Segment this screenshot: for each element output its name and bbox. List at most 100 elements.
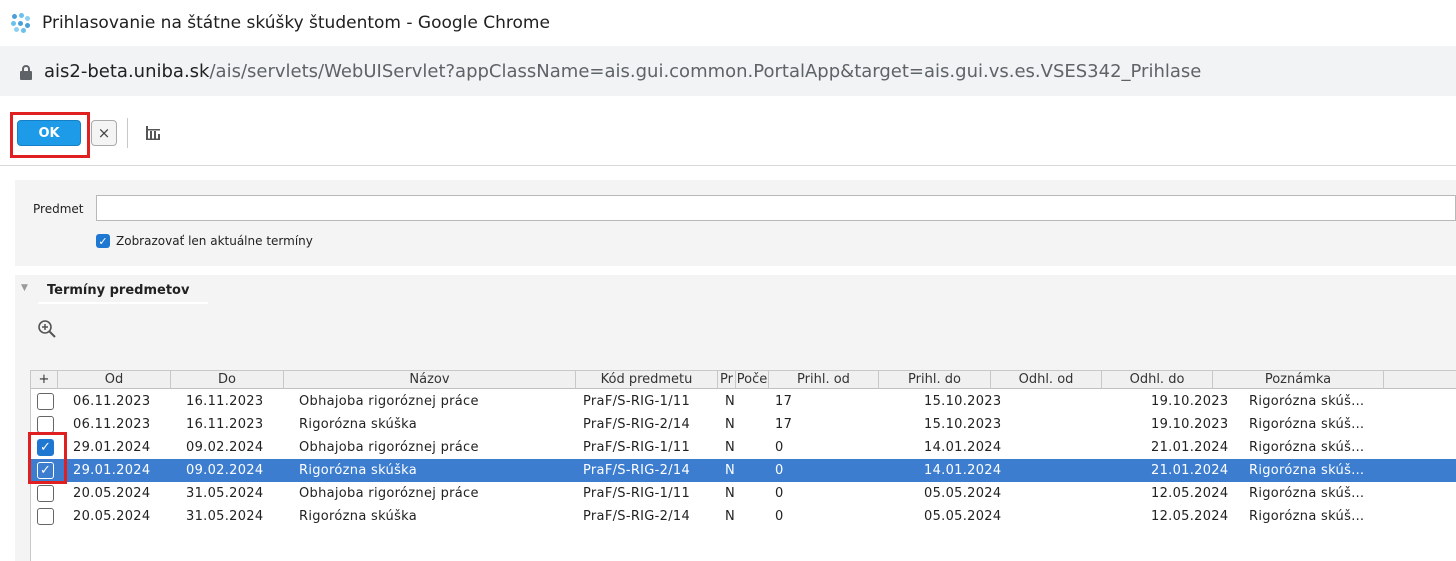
cell-od: 20.05.2024 [73, 486, 151, 501]
table-row[interactable]: 20.05.2024 31.05.2024 Rigorózna skúška PraF… [31, 505, 1456, 528]
cell-poznamka: Rigorózna skúš… [1249, 417, 1365, 432]
window-title: Prihlasovanie na štátne skúšky študentom… [42, 13, 550, 33]
cell-prihl-do: 15.10.2023 [924, 394, 1002, 409]
cell-poc: 0 [775, 440, 784, 455]
terms-table: + Od Do Názov Kód predmetu Pr Poče Prihl… [30, 370, 1456, 561]
cell-poznamka: Rigorózna skúš… [1249, 394, 1365, 409]
col-header-poznamka[interactable]: Poznámka [1213, 371, 1384, 389]
cell-nazov: Obhajoba rigoróznej práce [299, 394, 479, 409]
cell-poznamka: Rigorózna skúš… [1249, 440, 1365, 455]
url-path[interactable]: /ais/servlets/WebUIServlet?appClassName=… [209, 61, 1201, 82]
toolbar: OK × [0, 96, 1456, 166]
col-header-pr[interactable]: Pr [718, 371, 736, 389]
col-header-prihl-od[interactable]: Prihl. od [769, 371, 879, 389]
cell-nazov: Rigorózna skúška [299, 463, 418, 478]
cell-od: 29.01.2024 [73, 440, 151, 455]
cancel-button[interactable]: × [91, 120, 117, 146]
cell-odhl-do: 12.05.2024 [1151, 486, 1229, 501]
add-column-header[interactable]: + [31, 371, 58, 389]
cell-do: 09.02.2024 [186, 440, 264, 455]
section-title: Termíny predmetov [47, 283, 190, 298]
lock-icon[interactable] [20, 64, 32, 80]
cell-pr: N [725, 417, 736, 432]
current-only-checkbox-row[interactable]: ✓ Zobrazovať len aktuálne termíny [96, 234, 313, 248]
cell-kod: PraF/S-RIG-1/11 [583, 394, 691, 409]
checkbox-highlight [28, 432, 67, 484]
terms-section: ▼ Termíny predmetov + Od Do Názov Kód pr… [15, 275, 1456, 561]
row-checkbox[interactable] [37, 393, 54, 410]
url-host[interactable]: ais2-beta.uniba.sk [44, 61, 209, 82]
cell-prihl-do: 05.05.2024 [924, 486, 1002, 501]
cell-od: 29.01.2024 [73, 463, 151, 478]
cell-kod: PraF/S-RIG-2/14 [583, 417, 691, 432]
cell-odhl-do: 21.01.2024 [1151, 440, 1229, 455]
table-row[interactable]: 06.11.2023 16.11.2023 Obhajoba rigoróznej … [31, 390, 1456, 413]
cell-prihl-do: 05.05.2024 [924, 509, 1002, 524]
cell-odhl-do: 12.05.2024 [1151, 509, 1229, 524]
col-header-odhl-do[interactable]: Odhl. do [1102, 371, 1213, 389]
cell-kod: PraF/S-RIG-1/11 [583, 486, 691, 501]
cell-do: 16.11.2023 [186, 394, 264, 409]
cell-do: 31.05.2024 [186, 509, 264, 524]
section-title-underline [38, 302, 208, 304]
cell-poc: 17 [775, 417, 793, 432]
col-header-prihl-do[interactable]: Prihl. do [879, 371, 991, 389]
predmet-label: Predmet [33, 202, 84, 216]
cell-prihl-do: 15.10.2023 [924, 417, 1002, 432]
cell-kod: PraF/S-RIG-2/14 [583, 509, 691, 524]
cell-poc: 0 [775, 463, 784, 478]
cell-pr: N [725, 394, 736, 409]
cell-nazov: Rigorózna skúška [299, 509, 418, 524]
cell-nazov: Rigorózna skúška [299, 417, 418, 432]
app-dots-icon [10, 12, 32, 34]
col-header-odhl-od[interactable]: Odhl. od [991, 371, 1102, 389]
address-bar[interactable]: ais2-beta.uniba.sk/ais/servlets/WebUISer… [0, 46, 1456, 96]
col-header-od[interactable]: Od [58, 371, 171, 389]
column-settings-button[interactable] [140, 120, 166, 146]
table-header: + Od Do Názov Kód predmetu Pr Poče Prihl… [31, 370, 1456, 389]
row-checkbox[interactable] [37, 508, 54, 525]
cell-nazov: Obhajoba rigoróznej práce [299, 486, 479, 501]
cell-pr: N [725, 509, 736, 524]
col-header-nazov[interactable]: Názov [284, 371, 576, 389]
row-checkbox[interactable] [37, 416, 54, 433]
col-header-do[interactable]: Do [171, 371, 284, 389]
ok-button[interactable]: OK [17, 120, 81, 146]
cell-kod: PraF/S-RIG-2/14 [583, 463, 691, 478]
toolbar-separator [127, 118, 128, 148]
table-row[interactable]: 20.05.2024 31.05.2024 Obhajoba rigoróznej … [31, 482, 1456, 505]
table-row[interactable]: 06.11.2023 16.11.2023 Rigorózna skúška PraF… [31, 413, 1456, 436]
cell-kod: PraF/S-RIG-1/11 [583, 440, 691, 455]
window-titlebar: Prihlasovanie na štátne skúšky študentom… [0, 0, 1456, 46]
grid-columns-icon [146, 126, 160, 140]
cell-odhl-do: 19.10.2023 [1151, 417, 1229, 432]
table-row[interactable]: ✓ 29.01.2024 09.02.2024 Rigorózna skúška Pra… [31, 459, 1456, 482]
row-checkbox[interactable] [37, 485, 54, 502]
cell-pr: N [725, 486, 736, 501]
current-only-label[interactable]: Zobrazovať len aktuálne termíny [116, 234, 313, 248]
cell-prihl-do: 14.01.2024 [924, 440, 1002, 455]
cell-prihl-do: 14.01.2024 [924, 463, 1002, 478]
cell-poc: 17 [775, 394, 793, 409]
cell-odhl-do: 19.10.2023 [1151, 394, 1229, 409]
col-header-poc[interactable]: Poče [736, 371, 769, 389]
cell-poznamka: Rigorózna skúš… [1249, 509, 1365, 524]
cell-pr: N [725, 463, 736, 478]
table-row[interactable]: ✓ 29.01.2024 09.02.2024 Obhajoba rigoróznej… [31, 436, 1456, 459]
cell-poc: 0 [775, 509, 784, 524]
zoom-in-icon[interactable] [37, 319, 57, 339]
cell-poznamka: Rigorózna skúš… [1249, 486, 1365, 501]
cell-od: 06.11.2023 [73, 417, 151, 432]
cell-poznamka: Rigorózna skúš… [1249, 463, 1365, 478]
filter-panel: Predmet ✓ Zobrazovať len aktuálne termín… [15, 180, 1456, 266]
current-only-checkbox[interactable]: ✓ [96, 234, 110, 248]
close-icon: × [97, 124, 111, 142]
cell-odhl-do: 21.01.2024 [1151, 463, 1229, 478]
col-header-kod[interactable]: Kód predmetu [576, 371, 718, 389]
cell-od: 20.05.2024 [73, 509, 151, 524]
cell-poc: 0 [775, 486, 784, 501]
predmet-input[interactable] [96, 195, 1456, 221]
collapse-triangle-icon[interactable]: ▼ [21, 283, 28, 293]
cell-do: 09.02.2024 [186, 463, 264, 478]
cell-do: 16.11.2023 [186, 417, 264, 432]
